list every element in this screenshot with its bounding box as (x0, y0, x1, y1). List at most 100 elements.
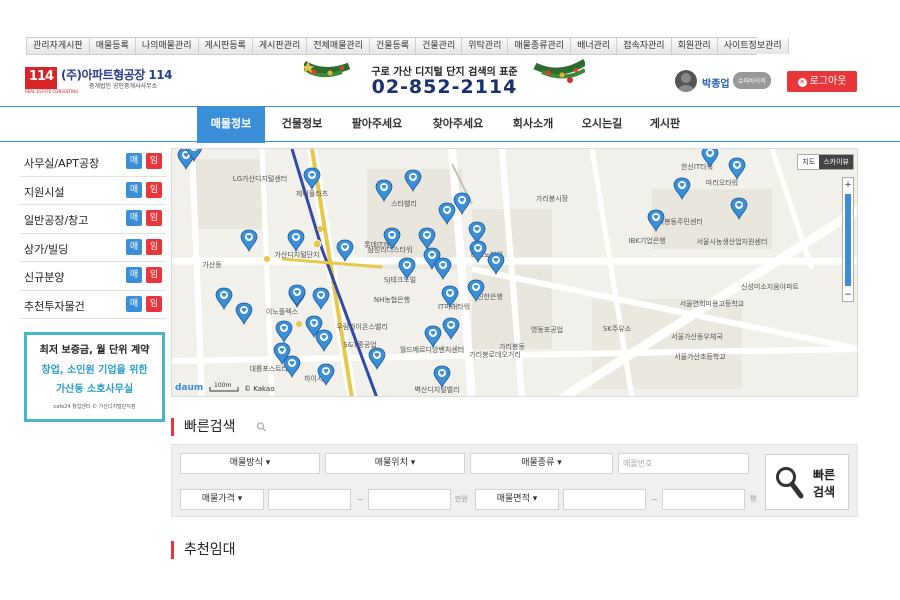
user-info: 박종업 슈퍼바이저 (675, 70, 785, 94)
admin-menu-item[interactable]: 게시판관리 (252, 38, 308, 54)
map-place-label: 서울가산초등학교 (674, 352, 726, 361)
category-label[interactable]: 추천투자물건 (24, 298, 85, 314)
nav-item[interactable]: 게시판 (637, 107, 693, 143)
main-nav: 매물정보 건물정보 팔아주세요 찾아주세요 회사소개 오시는길 게시판 (0, 106, 900, 143)
map-place-label: 제이플라츠 (296, 189, 329, 198)
admin-menu-item[interactable]: 접속자관리 (617, 38, 672, 54)
admin-menu-item[interactable]: 관리자게시판 (27, 38, 90, 54)
category-label[interactable]: 사무실/APT공장 (24, 155, 99, 171)
map-type-map-button[interactable]: 지도 (798, 155, 819, 169)
logout-button[interactable]: ✕ 로그아웃 (787, 71, 857, 92)
map-place-label: 우림라이온스밸리 (336, 322, 388, 331)
avatar-icon[interactable] (675, 70, 697, 92)
category-sale-button[interactable]: 매 (126, 295, 142, 312)
map-place-label: 서울연희미용고등학교 (680, 299, 745, 308)
site-logo[interactable]: 114 (주)아파트형공장 114 중개법인 공인중개사사무소 REAL EST… (25, 67, 172, 94)
quick-search-button[interactable]: 빠른 검색 (765, 454, 849, 510)
zoom-out-button[interactable]: − (843, 290, 853, 300)
zoom-slider[interactable] (845, 194, 851, 286)
map-brand-logo: daum (175, 383, 203, 393)
map-scale-label: 100m (214, 382, 231, 389)
property-method-select[interactable]: 매물방식 ▾ (180, 453, 320, 474)
map-place-label: 영동포공업 (531, 325, 563, 334)
quick-search-panel: 매물방식 ▾ 매물위치 ▾ 매물종류 ▾ 매물번호 매물가격 ▾ ~ 만원 매물… (171, 444, 858, 517)
zoom-in-button[interactable]: + (843, 180, 853, 190)
property-number-input[interactable]: 매물번호 (618, 453, 749, 474)
map-place-label: 가산동 (202, 260, 222, 269)
admin-menu-item[interactable]: 매물등록 (89, 38, 136, 54)
nav-item[interactable]: 팔아주세요 (337, 107, 417, 143)
property-map[interactable]: LG가산디지털센터 제이플라츠 스타밸리 가리봉시장 한신IT타워 마리오타워 가리봉동주민… (171, 148, 858, 397)
nav-item[interactable]: 건물정보 (267, 107, 337, 143)
map-place-label: SJ테크노빌 (384, 276, 416, 284)
category-rent-button[interactable]: 임 (146, 153, 162, 169)
logo-subtitle: 중개법인 공인중개사사무소 (89, 83, 158, 90)
map-place-label: 월드메르디앙벤처센터 (400, 345, 464, 354)
price-min-input[interactable] (268, 489, 351, 510)
map-type-toggle: 지도 스카이뷰 (797, 154, 854, 170)
category-rent-button[interactable]: 임 (146, 210, 162, 226)
map-place-label: 서울시농생산업지원센터 (697, 237, 768, 246)
category-row: 추천투자물건 매 임 (20, 291, 166, 319)
category-rent-button[interactable]: 임 (146, 238, 162, 255)
price-unit: 만원 (455, 495, 468, 503)
caret-down-icon: ▾ (557, 458, 562, 468)
category-rent-button[interactable]: 임 (146, 267, 162, 283)
category-row: 지원시설 매 임 (20, 177, 166, 205)
property-area-select[interactable]: 매물면적 ▾ (475, 489, 559, 510)
admin-menu-item[interactable]: 위탁관리 (462, 38, 509, 54)
area-max-input[interactable] (662, 489, 745, 510)
category-label[interactable]: 상가/빌딩 (24, 241, 68, 257)
x-circle-icon: ✕ (797, 78, 807, 87)
area-range-dash: ~ (651, 495, 658, 504)
admin-menu-item[interactable]: 건물관리 (416, 38, 463, 54)
category-sale-button[interactable]: 매 (126, 153, 142, 169)
nav-item[interactable]: 매물정보 (197, 107, 265, 143)
caret-down-icon: ▾ (532, 494, 538, 504)
category-rent-button[interactable]: 임 (146, 295, 162, 312)
admin-menu-item[interactable]: 게시판등록 (198, 38, 253, 54)
category-label[interactable]: 일반공장/창고 (24, 212, 88, 228)
category-sale-button[interactable]: 매 (126, 181, 142, 198)
map-place-label: 마리오타워 (706, 178, 738, 187)
phone-banner: 구로 가산 디지털 단지 검색의 표준 02-852-2114 (304, 58, 585, 100)
category-label[interactable]: 지원시설 (24, 184, 64, 200)
logo-tagline: REAL ESTATE CONSULTING (25, 89, 79, 94)
admin-menu-item[interactable]: 회원관리 (671, 38, 718, 54)
area-unit: 평 (750, 495, 757, 503)
category-sale-button[interactable]: 매 (126, 238, 142, 255)
logout-label: 로그아웃 (809, 76, 847, 87)
map-canvas[interactable]: LG가산디지털센터제이플라츠스타밸리가리봉시장한신IT타워마리오타워가리봉동주민… (172, 149, 858, 397)
map-place-label: 서울가산동우체국 (671, 332, 723, 341)
nav-item[interactable]: 찾아주세요 (418, 107, 498, 143)
property-kind-select[interactable]: 매물종류 ▾ (470, 453, 613, 474)
admin-menu-item[interactable]: 사이트정보관리 (717, 38, 789, 54)
category-sale-button[interactable]: 매 (126, 210, 142, 226)
zoom-control[interactable]: + − (842, 177, 854, 302)
map-place-label: 삼성리더스타워 (367, 245, 412, 254)
soho-office-ad[interactable]: 최저 보증금, 월 단위 계약 창업, 소인원 기업을 위한 가산동 소호사무실… (24, 332, 165, 422)
caret-down-icon: ▾ (410, 458, 416, 468)
price-max-input[interactable] (368, 489, 451, 510)
category-label[interactable]: 신규분양 (24, 269, 64, 285)
user-name[interactable]: 박종업 (702, 75, 730, 90)
area-min-input[interactable] (563, 489, 646, 510)
admin-menu-item[interactable]: 나의매물관리 (135, 38, 199, 54)
admin-toolbar: 관리자게시판 매물등록 나의매물관리 게시판등록 게시판관리 전체매물관리 건물등록 건물관리… (26, 37, 789, 55)
map-place-label: 가리봉동 (499, 342, 525, 351)
nav-item[interactable]: 오시는길 (568, 107, 636, 143)
category-sale-button[interactable]: 매 (126, 267, 142, 283)
admin-menu-item[interactable]: 배너관리 (571, 38, 618, 54)
property-price-select[interactable]: 매물가격 ▾ (180, 489, 264, 510)
category-rent-button[interactable]: 임 (146, 181, 162, 198)
category-row: 일반공장/창고 매 임 (20, 205, 166, 234)
property-location-label: 매물위치 (374, 458, 408, 468)
admin-menu-item[interactable]: 전체매물관리 (307, 38, 370, 54)
nav-item[interactable]: 회사소개 (499, 107, 567, 143)
property-area-label: 매물면적 (496, 494, 530, 504)
map-type-skyview-button[interactable]: 스카이뷰 (819, 155, 853, 169)
map-place-label: LG가산디지털센터 (233, 174, 287, 183)
property-location-select[interactable]: 매물위치 ▾ (325, 453, 465, 474)
admin-menu-item[interactable]: 매물종류관리 (508, 38, 572, 54)
admin-menu-item[interactable]: 건물등록 (370, 38, 417, 54)
